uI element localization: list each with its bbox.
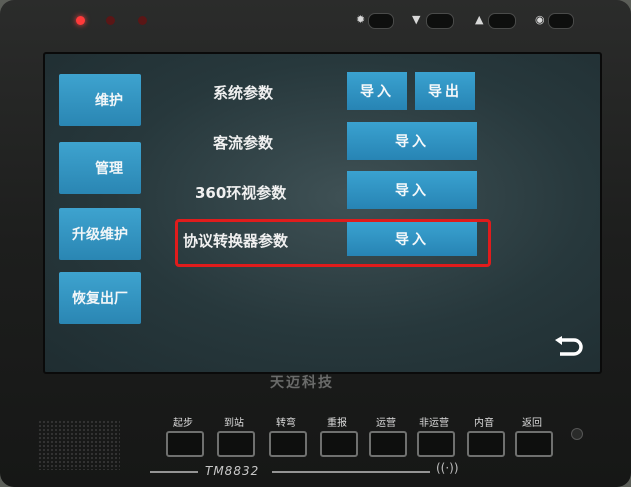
up-button[interactable] — [488, 13, 516, 29]
back-icon[interactable] — [552, 336, 584, 358]
sidebar-item-factory-reset[interactable]: 恢复出厂 — [59, 272, 141, 324]
power-button[interactable] — [548, 13, 574, 29]
system-export-button[interactable]: 导出 — [415, 72, 475, 110]
passenger-import-button[interactable]: 导入 — [347, 122, 477, 160]
sidebar-item-upgrade[interactable]: 升级维护 — [59, 208, 141, 260]
key-label-return: 返回 — [522, 418, 542, 429]
highlight-box — [175, 219, 491, 267]
status-led-2 — [138, 16, 147, 25]
start-key[interactable] — [166, 431, 204, 457]
button-label: 导入 — [395, 134, 429, 150]
down-button[interactable] — [426, 13, 454, 29]
brightness-button[interactable] — [368, 13, 394, 29]
power-led — [76, 16, 85, 25]
model-label: TM8832 — [205, 464, 260, 478]
passenger-params-label: 客流参数 — [213, 134, 274, 152]
display-screen: 维护 管理 升级维护 恢复出厂 系统参数 导入 导出 客流参数 导入 360环视… — [43, 52, 602, 374]
brightness-icon: ✹ — [356, 13, 366, 26]
key-label-inner-audio: 内音 — [474, 418, 494, 429]
operate-key[interactable] — [369, 431, 407, 457]
brand-logo: 天迈科技 — [270, 375, 334, 391]
system-import-button[interactable]: 导入 — [347, 72, 407, 110]
inner-audio-key[interactable] — [467, 431, 505, 457]
key-label-turn: 转弯 — [276, 418, 296, 429]
power-icon: ◉ — [535, 13, 545, 26]
model-line — [150, 471, 430, 473]
sidebar-item-label: 管理 — [95, 161, 123, 177]
wireless-icon: ((·)) — [436, 461, 459, 475]
sidebar-item-label: 维护 — [95, 93, 123, 109]
status-led — [106, 16, 115, 25]
system-params-label: 系统参数 — [213, 84, 274, 102]
sidebar-item-maintenance[interactable]: 维护 — [59, 74, 141, 126]
button-label: 导入 — [395, 183, 429, 199]
up-arrow-icon: ▲ — [475, 13, 484, 26]
sidebar-item-label: 升级维护 — [72, 227, 128, 243]
sensor-dot — [571, 428, 583, 440]
repeat-key[interactable] — [320, 431, 358, 457]
sidebar-item-label: 恢复出厂 — [72, 291, 128, 307]
non-operate-key[interactable] — [417, 431, 455, 457]
button-label: 导出 — [428, 84, 462, 100]
surround-params-label: 360环视参数 — [195, 184, 287, 202]
down-arrow-icon: ▼ — [412, 13, 421, 26]
turn-key[interactable] — [269, 431, 307, 457]
surround-import-button[interactable]: 导入 — [347, 171, 477, 209]
button-label: 导入 — [360, 84, 394, 100]
sidebar-item-management[interactable]: 管理 — [59, 142, 141, 194]
key-label-operate: 运营 — [376, 418, 396, 429]
key-label-repeat: 重报 — [327, 418, 347, 429]
arrive-key[interactable] — [217, 431, 255, 457]
key-label-non-operate: 非运营 — [419, 418, 449, 429]
key-label-start: 起步 — [173, 418, 193, 429]
speaker-grille — [38, 420, 120, 470]
key-label-arrive: 到站 — [224, 418, 244, 429]
return-key[interactable] — [515, 431, 553, 457]
